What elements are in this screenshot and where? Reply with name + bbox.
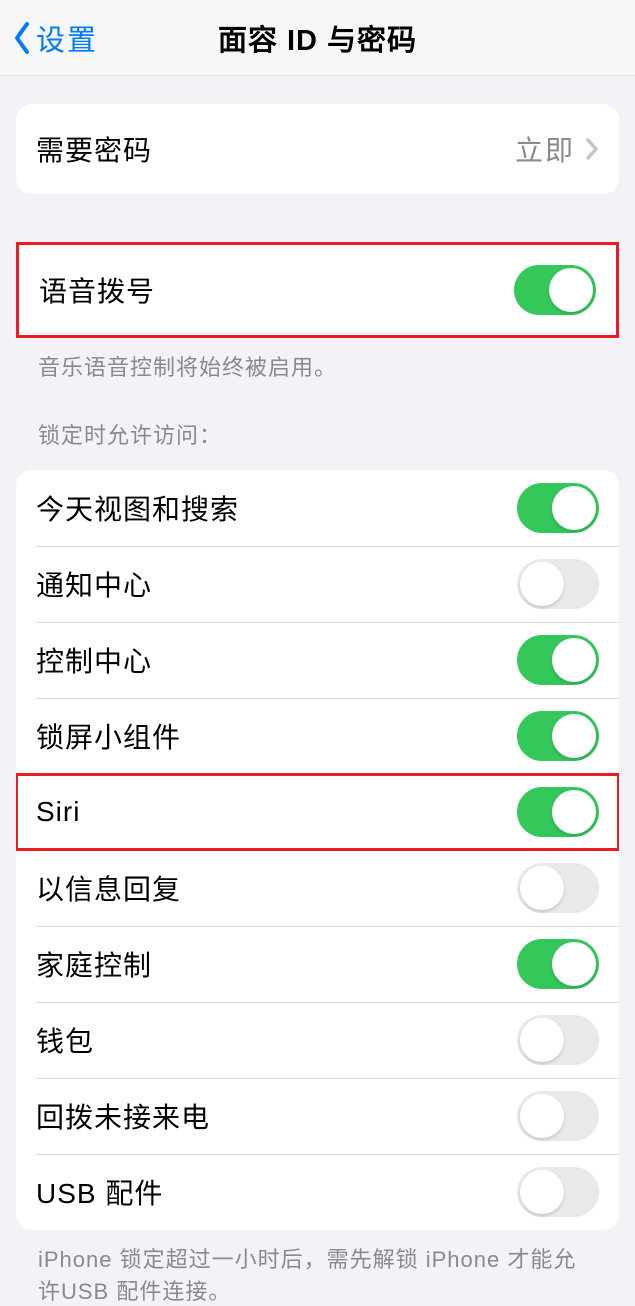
locked-item-label: Siri [36,796,517,828]
group-voice-dial: 语音拨号 [16,242,619,338]
locked-item-toggle[interactable] [517,787,599,837]
navbar: 设置 面容 ID 与密码 [0,0,635,76]
locked-item-toggle[interactable] [517,559,599,609]
locked-item-label: 通知中心 [36,564,517,604]
row-require-passcode[interactable]: 需要密码 立即 [16,104,619,194]
locked-item-toggle[interactable] [517,635,599,685]
require-passcode-value: 立即 [515,129,575,169]
chevron-left-icon [12,21,32,55]
row-locked-item: 今天视图和搜索 [16,470,619,546]
locked-item-toggle[interactable] [517,1167,599,1217]
row-locked-item: USB 配件 [16,1154,619,1230]
row-locked-item: Siri [16,774,619,850]
group-require-passcode: 需要密码 立即 [16,104,619,194]
locked-item-label: USB 配件 [36,1172,517,1212]
locked-item-label: 锁屏小组件 [36,716,517,756]
locked-item-toggle[interactable] [517,483,599,533]
locked-item-label: 今天视图和搜索 [36,488,517,528]
locked-item-label: 控制中心 [36,640,517,680]
locked-item-toggle[interactable] [517,939,599,989]
locked-item-label: 钱包 [36,1020,517,1060]
row-locked-item: 控制中心 [16,622,619,698]
row-locked-item: 回拨未接来电 [16,1078,619,1154]
row-locked-item: 锁屏小组件 [16,698,619,774]
voice-dial-label: 语音拨号 [39,270,514,310]
locked-item-label: 家庭控制 [36,944,517,984]
locked-item-label: 以信息回复 [36,868,517,908]
row-locked-item: 钱包 [16,1002,619,1078]
locked-item-toggle[interactable] [517,1015,599,1065]
back-button[interactable]: 设置 [0,17,98,59]
locked-item-toggle[interactable] [517,1091,599,1141]
locked-item-toggle[interactable] [517,863,599,913]
chevron-right-icon [585,137,599,161]
row-locked-item: 通知中心 [16,546,619,622]
require-passcode-label: 需要密码 [36,129,515,169]
row-locked-item: 家庭控制 [16,926,619,1002]
back-label: 设置 [36,17,98,59]
voice-dial-toggle[interactable] [514,265,596,315]
locked-item-label: 回拨未接来电 [36,1096,517,1136]
group-locked-access: 今天视图和搜索通知中心控制中心锁屏小组件 Siri 以信息回复家庭控制钱包回拨未接来… [16,470,619,1230]
locked-item-toggle[interactable] [517,711,599,761]
row-locked-item: 以信息回复 [16,850,619,926]
voice-dial-footer: 音乐语音控制将始终被启用。 [16,338,619,382]
row-voice-dial: 语音拨号 [19,245,616,335]
locked-access-header: 锁定时允许访问： [16,418,619,460]
locked-access-footer: iPhone 锁定超过一小时后，需先解锁 iPhone 才能允许USB 配件连接… [16,1230,619,1306]
